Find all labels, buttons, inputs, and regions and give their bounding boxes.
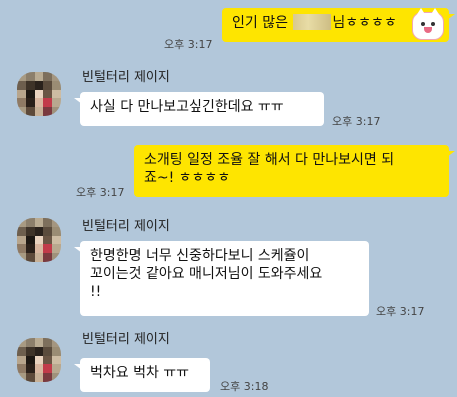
message-text-line: !!: [90, 284, 102, 300]
bubble-tail: [447, 151, 455, 157]
contact-name: 빈털터리 제이지: [82, 332, 170, 347]
message-text-part: 인기 많은: [232, 15, 293, 31]
redacted-name: [293, 14, 332, 30]
message-text-line: 소개팅 일정 조율 잘 해서 다 만나보시면 되: [144, 152, 395, 168]
contact-name: 빈털터리 제이지: [82, 219, 170, 234]
message-timestamp: 오후 3:17: [376, 305, 425, 318]
pink-cat-emoji-icon: [412, 8, 444, 40]
contact-avatar[interactable]: [17, 218, 61, 262]
my-message-bubble[interactable]: 소개팅 일정 조율 잘 해서 다 만나보시면 되 죠~! ㅎㅎㅎㅎ: [134, 145, 449, 197]
their-message-bubble[interactable]: 한명한명 너무 신중하다보니 스케쥴이 꼬이는것 같아요 매니저님이 도와주세요…: [80, 241, 369, 316]
contact-name: 빈털터리 제이지: [82, 70, 170, 85]
message-text-line: 한명한명 너무 신중하다보니 스케쥴이: [90, 248, 310, 264]
their-message-bubble[interactable]: 사실 다 만나보고싶긴한데요 ㅠㅠ: [80, 92, 324, 126]
message-timestamp: 오후 3:17: [76, 186, 125, 199]
their-message-bubble[interactable]: 벅차요 벅차 ㅠㅠ: [80, 358, 210, 392]
bubble-tail: [447, 14, 455, 20]
message-timestamp: 오후 3:18: [220, 380, 269, 393]
message-text: 벅차요 벅차 ㅠㅠ: [90, 365, 190, 381]
message-text-line: 꼬이는것 같아요 매니저님이 도와주세요: [90, 266, 323, 282]
message-text-part: 님ㅎㅎㅎㅎ: [332, 15, 397, 31]
message-timestamp: 오후 3:17: [332, 115, 381, 128]
message-text-line: 죠~! ㅎㅎㅎㅎ: [144, 170, 231, 186]
contact-avatar[interactable]: [17, 338, 61, 382]
message-text: 사실 다 만나보고싶긴한데요 ㅠㅠ: [90, 99, 284, 115]
contact-avatar[interactable]: [17, 72, 61, 116]
message-timestamp: 오후 3:17: [164, 38, 213, 51]
